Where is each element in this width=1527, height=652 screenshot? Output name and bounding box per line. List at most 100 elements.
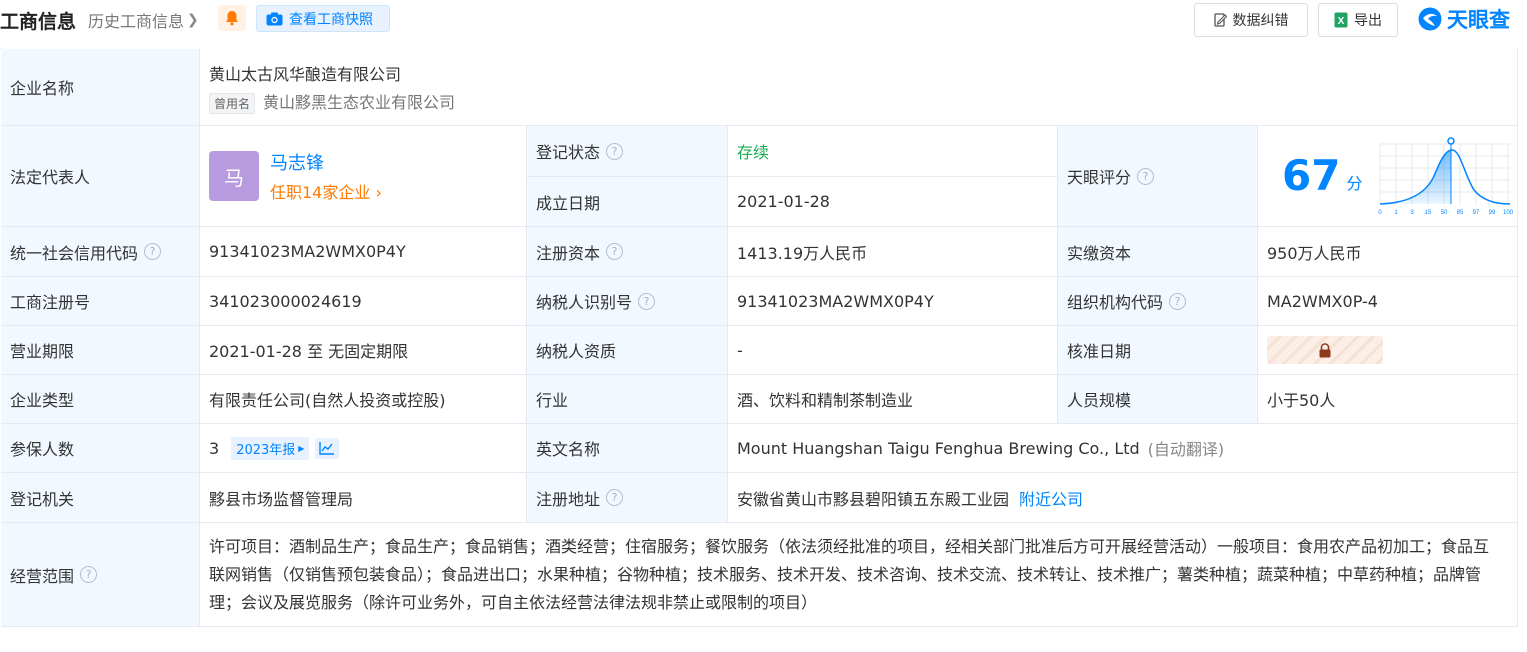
label-paid-capital: 实缴资本 <box>1058 227 1258 277</box>
label-reg-status-text: 登记状态 <box>536 143 601 162</box>
label-reg-capital-text: 注册资本 <box>536 243 601 263</box>
tianyancha-logo-icon <box>1418 7 1442 31</box>
annual-report-year-text: 2023年报 <box>236 442 296 458</box>
snapshot-button-label: 查看工商快照 <box>289 11 373 28</box>
data-correction-button[interactable]: 数据纠错 <box>1194 3 1308 37</box>
value-biz-reg-no: 341023000024619 <box>200 277 527 326</box>
locked-value-button[interactable] <box>1267 336 1383 364</box>
english-name: Mount Huangshan Taigu Fenghua Brewing Co… <box>737 438 1140 458</box>
label-insured-text: 参保人数 <box>10 440 75 459</box>
label-score-text: 天眼评分 <box>1067 168 1132 187</box>
label-biz-reg-no: 工商注册号 <box>1 277 200 326</box>
camera-icon <box>266 12 283 25</box>
label-english-name: 英文名称 <box>527 424 728 473</box>
label-company-name-text: 企业名称 <box>10 79 75 98</box>
trend-chart-button[interactable] <box>315 437 340 459</box>
value-tax-qual: - <box>728 326 1058 375</box>
value-taxpayer-id: 91341023MA2WMX0P4Y <box>728 277 1058 326</box>
help-icon[interactable]: ? <box>1137 167 1155 185</box>
label-credit-code: 统一社会信用代码? <box>1 227 200 277</box>
score-axis-tick: 99 <box>1489 210 1496 216</box>
value-credit-code: 91341023MA2WMX0P4Y <box>200 227 527 277</box>
help-icon[interactable]: ? <box>606 142 624 160</box>
value-insured: 3 2023年报 ▶ <box>200 424 527 473</box>
business-info-table: 企业名称 黄山太古风华酿造有限公司 曾用名 黄山黟黑生态农业有限公司 法定代表人 … <box>0 48 1518 627</box>
label-reg-address-text: 注册地址 <box>536 489 601 509</box>
label-approve-date: 核准日期 <box>1058 326 1258 375</box>
chevron-right-icon: ❯ <box>187 12 199 28</box>
label-company-name: 企业名称 <box>1 49 200 126</box>
score-unit: 分 <box>1346 174 1363 193</box>
insured-count: 3 <box>209 438 220 458</box>
label-org-code-text: 组织机构代码 <box>1067 293 1164 312</box>
history-link[interactable]: 历史工商信息 ❯ <box>88 8 199 32</box>
label-english-name-text: 英文名称 <box>536 440 601 459</box>
help-icon[interactable]: ? <box>606 489 624 506</box>
data-correction-label: 数据纠错 <box>1232 13 1289 29</box>
export-button[interactable]: X 导出 <box>1318 3 1398 37</box>
value-paid-capital: 950万人民币 <box>1258 227 1518 277</box>
label-reg-status: 登记状态? <box>527 126 728 177</box>
former-name: 黄山黟黑生态农业有限公司 <box>263 92 456 112</box>
value-score[interactable]: 67 分 0 1 3 15 50 85 97 99 100 <box>1258 126 1518 227</box>
legal-rep-jobs-text: 任职14家企业 <box>270 183 371 202</box>
help-icon[interactable]: ? <box>144 243 162 260</box>
label-founded-text: 成立日期 <box>536 193 601 213</box>
label-staff-size: 人员规模 <box>1058 375 1258 424</box>
score-axis-tick: 50 <box>1441 210 1448 216</box>
bell-icon <box>226 11 238 26</box>
score-distribution-chart: 0 1 3 15 50 85 97 99 100 <box>1379 137 1514 216</box>
monitor-bell-button[interactable] <box>218 5 246 31</box>
label-industry-text: 行业 <box>536 391 569 410</box>
value-staff-size: 小于50人 <box>1258 375 1518 424</box>
reg-address: 安徽省黄山市黟县碧阳镇五东殿工业园 <box>737 489 1010 509</box>
history-link-label: 历史工商信息 <box>88 12 185 31</box>
label-reg-authority-text: 登记机关 <box>10 489 75 509</box>
chevron-right-icon: › <box>375 183 382 202</box>
avatar[interactable]: 马 <box>209 151 259 201</box>
help-icon[interactable]: ? <box>606 243 624 260</box>
export-button-label: 导出 <box>1354 13 1382 29</box>
label-legal-rep: 法定代表人 <box>1 126 200 227</box>
label-paid-capital-text: 实缴资本 <box>1067 243 1132 263</box>
label-score: 天眼评分? <box>1058 126 1258 227</box>
value-biz-scope: 许可项目：酒制品生产；食品生产；食品销售；酒类经营；住宿服务；餐饮服务（依法须经… <box>200 523 1518 627</box>
svg-text:X: X <box>1338 16 1345 27</box>
line-chart-icon <box>319 442 335 455</box>
label-founded: 成立日期 <box>527 177 728 227</box>
brand-name: 天眼查 <box>1447 8 1510 32</box>
value-reg-authority: 黟县市场监督管理局 <box>200 473 527 523</box>
score-axis-tick: 100 <box>1503 210 1514 216</box>
label-insured: 参保人数 <box>1 424 200 473</box>
lock-icon <box>1319 342 1331 357</box>
value-english-name: Mount Huangshan Taigu Fenghua Brewing Co… <box>728 424 1518 473</box>
label-tax-qual: 纳税人资质 <box>527 326 728 375</box>
label-org-code: 组织机构代码? <box>1058 277 1258 326</box>
snapshot-button[interactable]: 查看工商快照 <box>256 5 390 32</box>
value-industry: 酒、饮料和精制茶制造业 <box>728 375 1058 424</box>
value-legal-rep: 马 马志锋 任职14家企业 › <box>200 126 527 227</box>
help-icon[interactable]: ? <box>1169 292 1187 310</box>
value-company-name: 黄山太古风华酿造有限公司 曾用名 黄山黟黑生态农业有限公司 <box>200 49 1518 126</box>
company-name: 黄山太古风华酿造有限公司 <box>209 64 402 84</box>
label-biz-reg-no-text: 工商注册号 <box>10 293 91 312</box>
help-icon[interactable]: ? <box>638 292 656 310</box>
label-staff-size-text: 人员规模 <box>1067 391 1132 410</box>
label-reg-capital: 注册资本? <box>527 227 728 277</box>
label-taxpayer-id: 纳税人识别号? <box>527 277 728 326</box>
auto-translate-note: (自动翻译) <box>1147 440 1225 459</box>
label-company-type-text: 企业类型 <box>10 391 75 410</box>
help-icon[interactable]: ? <box>80 566 98 583</box>
annual-report-year-button[interactable]: 2023年报 ▶ <box>231 436 310 460</box>
score-axis-tick: 1 <box>1395 210 1399 216</box>
nearby-companies-link[interactable]: 附近公司 <box>1019 486 1083 510</box>
value-org-code: MA2WMX0P-4 <box>1258 277 1518 326</box>
score-axis-tick: 0 <box>1379 210 1383 216</box>
legal-rep-name-link[interactable]: 马志锋 <box>270 149 382 175</box>
score-axis-tick: 15 <box>1425 210 1432 216</box>
value-reg-status: 存续 <box>728 126 1058 177</box>
label-company-type: 企业类型 <box>1 375 200 424</box>
score-value: 67 <box>1282 151 1341 200</box>
former-name-tag: 曾用名 <box>209 92 256 114</box>
legal-rep-jobs-link[interactable]: 任职14家企业 › <box>270 179 382 203</box>
